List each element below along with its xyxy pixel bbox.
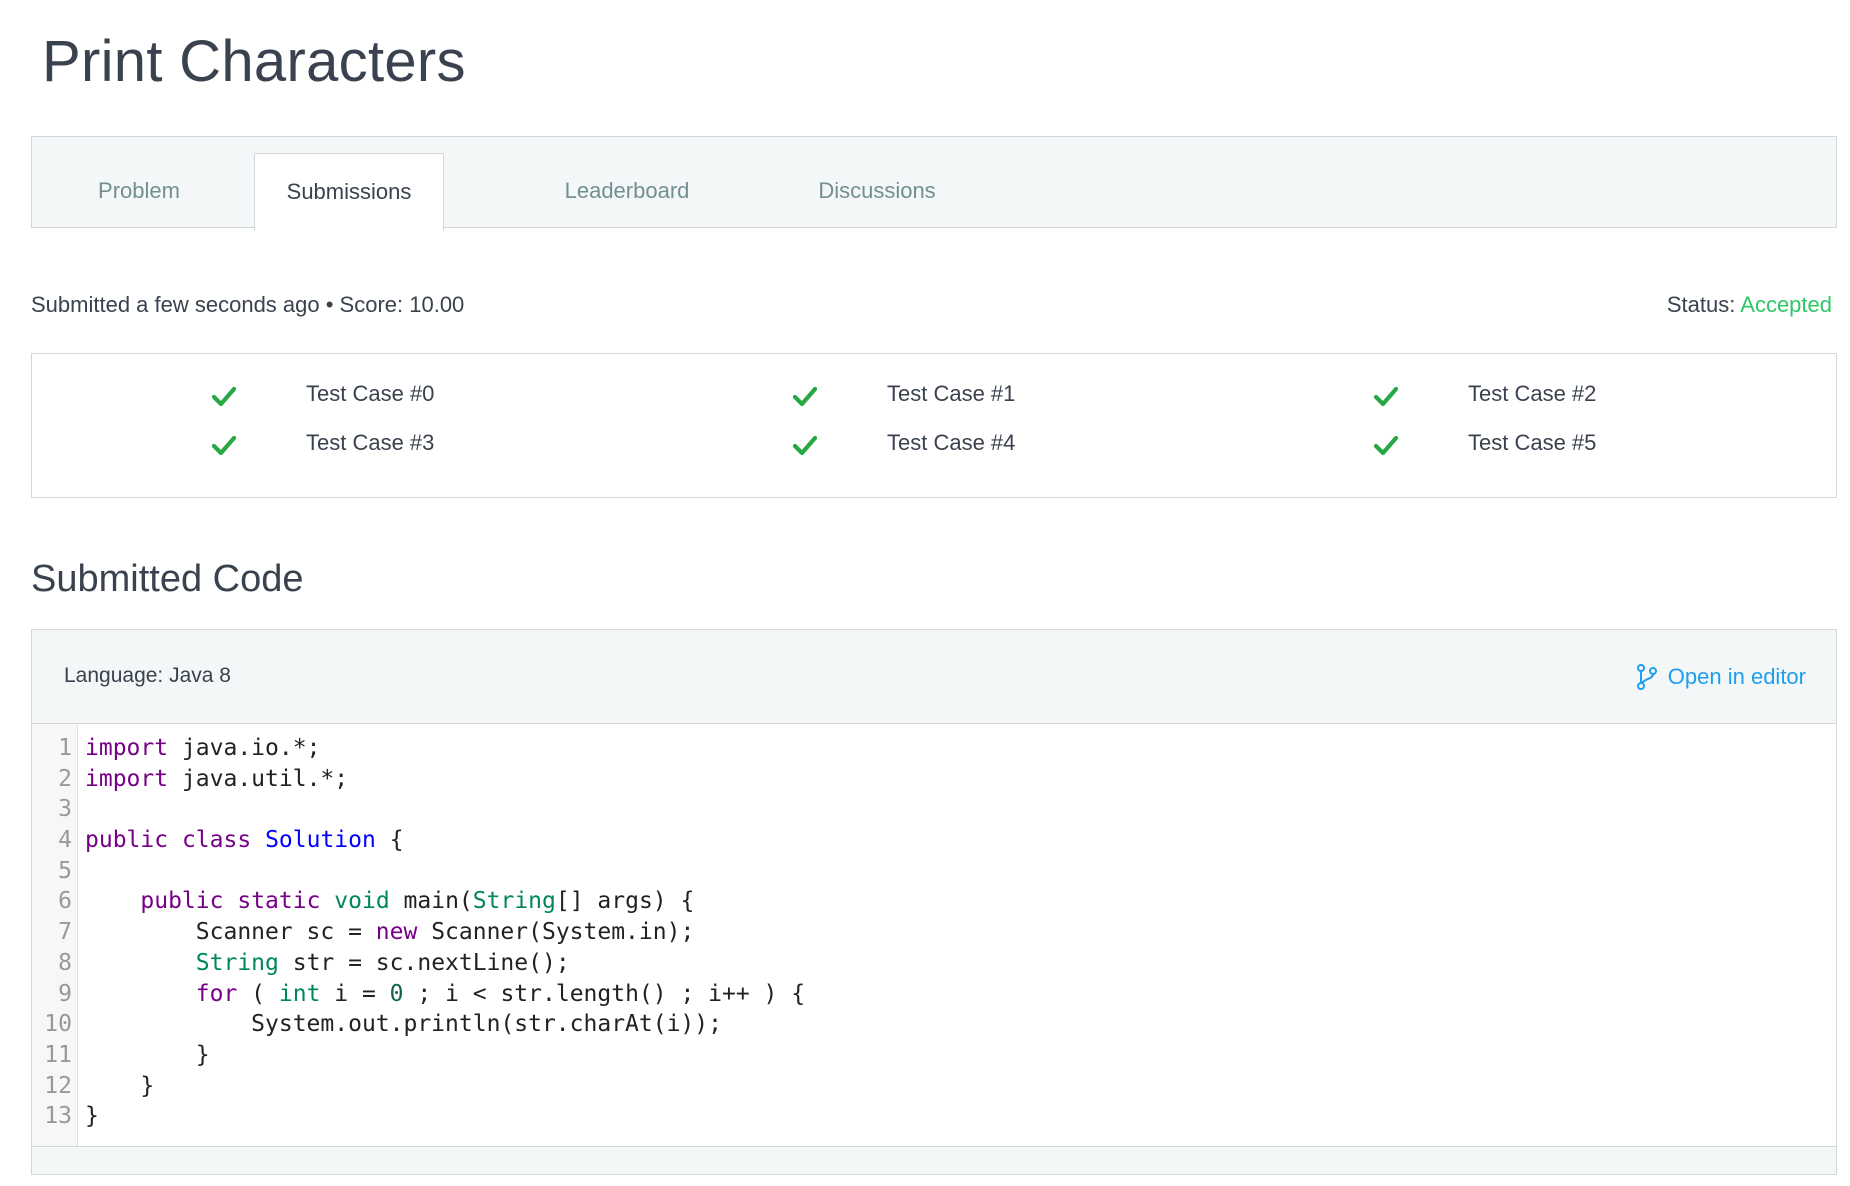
code-text: } [85,1072,155,1099]
test-cases-panel: Test Case #0 Test Case #1 Test Case #2 T… [31,353,1837,498]
test-case-label: Test Case #1 [887,381,1016,406]
code-line: 1 import java.io.*; [32,733,1836,764]
test-case-label: Test Case #4 [887,430,1016,455]
code-body[interactable]: 1 import java.io.*; 2 import java.util.*; … [32,733,1836,1143]
check-icon [1374,435,1398,456]
tab-leaderboard[interactable]: Leaderboard [522,153,732,229]
code-line: 13} [32,1101,1836,1132]
code-line: 10 System.out.println(str.charAt(i)); [32,1009,1836,1040]
code-line: 4 public class Solution { [32,825,1836,856]
tab-problem[interactable]: Problem [32,153,246,229]
code-text: String str = sc.nextLine(); [195,949,570,976]
language-label: Language: Java 8 [64,664,231,687]
code-text: Scanner sc = new Scanner(System.in); [85,919,695,946]
code-line: 6 public static void main(String[] args)… [32,886,1836,917]
check-icon [212,435,236,456]
code-text: for ( int i = 0 ; i < str.length() ; i++… [195,980,806,1007]
status-label: Status: [1666,292,1741,317]
tab-discussions[interactable]: Discussions [772,153,982,229]
check-icon [793,386,817,407]
line-number: 10 [44,1011,72,1038]
check-icon [793,435,817,456]
check-icon [1374,386,1398,407]
line-number: 3 [58,796,72,823]
code-line: 11 } [32,1040,1836,1071]
line-number: 1 [58,735,72,761]
line-number: 2 [58,765,72,792]
test-case-label: Test Case #5 [1468,430,1597,455]
code-text: System.out.println(str.charAt(i)); [85,1011,722,1038]
test-case-label: Test Case #3 [306,430,435,455]
code-line: 2 import java.util.*; [32,764,1836,795]
code-line: 5 [32,856,1836,887]
check-icon [212,386,236,407]
status-value: Accepted [1740,292,1832,317]
test-case-label: Test Case #0 [306,381,435,406]
line-number: 11 [44,1041,72,1068]
code-line: 7 Scanner sc = new Scanner(System.in); [32,917,1836,948]
code-line: 8 String str = sc.nextLine(); [32,948,1836,979]
code-scrollbar[interactable] [32,1146,1836,1174]
code-line: 12 } [32,1071,1836,1102]
line-number: 12 [44,1072,72,1099]
submission-status: Status: Accepted [1667,292,1832,318]
line-number: 7 [58,919,72,946]
test-case-label: Test Case #2 [1468,381,1597,406]
tab-bar: Problem Submissions Leaderboard Discussi… [31,136,1837,231]
code-text: import java.util.*; [85,765,349,792]
line-number: 5 [58,857,72,884]
git-branch-icon [1636,664,1657,690]
line-number: 6 [58,888,72,915]
line-number: 13 [44,1103,72,1130]
code-text: public class Solution { [85,827,404,854]
code-text: import java.io.*; [85,735,321,761]
code-line: 9 for ( int i = 0 ; i < str.length() ; i… [32,979,1836,1010]
code-viewer: Language: Java 8 Open in editor 1 import … [31,629,1837,1175]
line-number: 8 [58,949,72,976]
submission-summary: Submitted a few seconds ago • Score: 10.… [31,292,465,317]
code-line: 3 [32,794,1836,825]
code-text: } [85,1041,210,1068]
open-in-editor-label: Open in editor [1667,664,1806,689]
line-number: 9 [58,980,72,1007]
line-number: 4 [58,827,72,854]
code-text: public static void main(String[] args) { [140,888,695,915]
page-title: Print Characters [42,29,466,94]
code-header: Language: Java 8 Open in editor [32,630,1836,724]
open-in-editor-link[interactable]: Open in editor [1636,664,1806,690]
tab-submissions[interactable]: Submissions [254,153,444,231]
submitted-code-title: Submitted Code [31,558,304,600]
code-text: } [85,1103,99,1130]
